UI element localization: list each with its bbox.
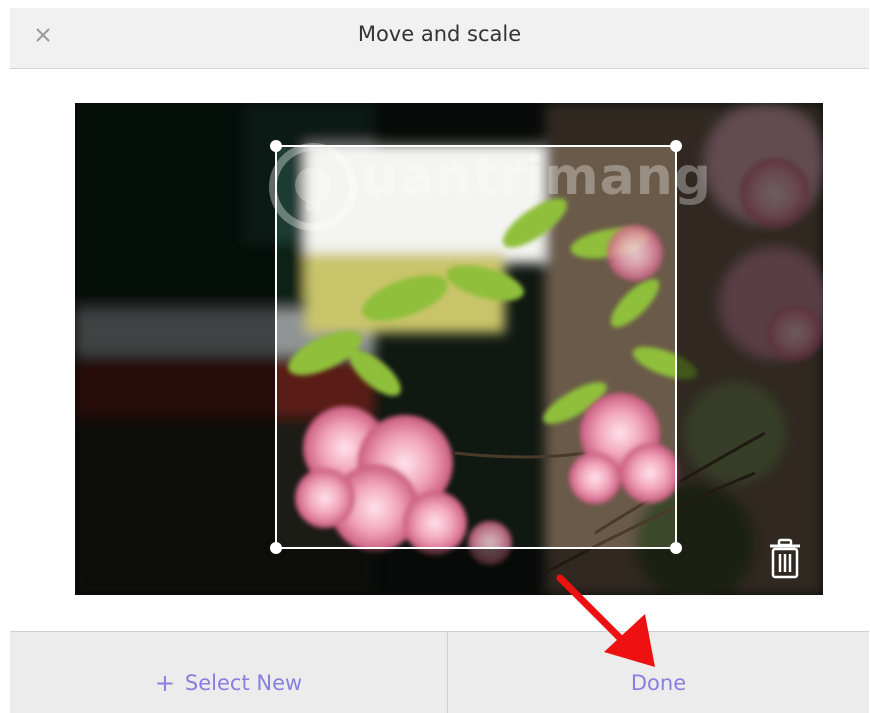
crop-handle-bottom-left[interactable]	[270, 542, 282, 554]
select-new-label: Select New	[184, 671, 303, 695]
dialog-title: Move and scale	[357, 22, 522, 46]
select-new-button[interactable]: + Select New	[10, 632, 447, 713]
image-crop-area[interactable]: uantrimang	[75, 103, 823, 595]
plus-icon: +	[154, 669, 175, 697]
move-and-scale-dialog: Move and scale uantrimang + Select New D…	[10, 8, 869, 713]
crop-handle-bottom-right[interactable]	[670, 542, 682, 554]
delete-button[interactable]	[765, 537, 805, 581]
done-button[interactable]: Done	[448, 632, 869, 713]
dialog-footer: + Select New Done	[10, 631, 869, 713]
crop-selection-box[interactable]	[270, 140, 682, 554]
trash-icon	[770, 538, 800, 579]
done-label: Done	[630, 671, 687, 695]
dialog-header: Move and scale	[10, 8, 869, 69]
crop-handle-top-left[interactable]	[270, 140, 282, 152]
crop-handle-top-right[interactable]	[670, 140, 682, 152]
